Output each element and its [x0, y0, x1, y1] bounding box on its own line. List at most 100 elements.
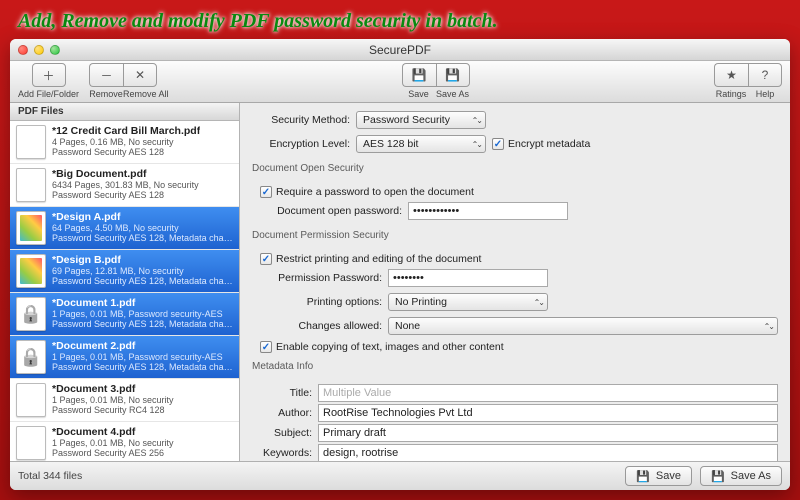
- file-name: *Design B.pdf: [52, 254, 233, 266]
- file-name: *Document 4.pdf: [52, 426, 174, 438]
- bottom-save-as-button[interactable]: 💾 Save As: [700, 466, 782, 486]
- file-list-row[interactable]: *Document 2.pdf1 Pages, 0.01 MB, Passwor…: [10, 336, 239, 379]
- titlebar: SecurePDF: [10, 39, 790, 61]
- save-icon: 💾: [636, 470, 650, 483]
- toolbar-save-button[interactable]: 💾: [402, 63, 436, 87]
- file-list-row[interactable]: *Design A.pdf64 Pages, 4.50 MB, No secur…: [10, 207, 239, 250]
- file-subtitle: 64 Pages, 4.50 MB, No security: [52, 223, 233, 233]
- file-security-info: Password Security RC4 128: [52, 405, 174, 415]
- file-thumbnail-icon: [16, 125, 46, 159]
- save-as-icon: 💾: [445, 68, 460, 82]
- toolbar-save-as-button[interactable]: 💾: [436, 63, 470, 87]
- bottom-save-as-label: Save As: [731, 470, 771, 482]
- meta-title-label: Title:: [252, 387, 312, 399]
- security-method-select[interactable]: Password Security: [356, 111, 486, 129]
- file-thumbnail-icon: [16, 426, 46, 460]
- file-security-info: Password Security AES 256: [52, 448, 174, 458]
- encrypt-metadata-label: Encrypt metadata: [508, 138, 590, 150]
- enable-copy-checkbox[interactable]: ✓ Enable copying of text, images and oth…: [260, 341, 778, 353]
- enable-copy-label: Enable copying of text, images and other…: [276, 341, 504, 353]
- meta-subject-label: Subject:: [252, 427, 312, 439]
- printing-options-label: Printing options:: [252, 296, 382, 308]
- file-subtitle: 69 Pages, 12.81 MB, No security: [52, 266, 233, 276]
- toolbar-label: Add File/Folder: [18, 89, 79, 99]
- add-file-folder-button[interactable]: ＋: [32, 63, 66, 87]
- require-open-password-checkbox[interactable]: ✓ Require a password to open the documen…: [260, 186, 778, 198]
- file-name: *Document 3.pdf: [52, 383, 174, 395]
- permission-password-field[interactable]: ••••••••: [388, 269, 548, 287]
- file-thumbnail-icon: [16, 383, 46, 417]
- checkmark-icon: ✓: [260, 341, 272, 353]
- ratings-button[interactable]: ★: [714, 63, 748, 87]
- printing-options-select[interactable]: No Printing: [388, 293, 548, 311]
- x-icon: ✕: [135, 68, 145, 82]
- file-thumbnail-icon: [16, 254, 46, 288]
- restrict-checkbox[interactable]: ✓ Restrict printing and editing of the d…: [260, 253, 778, 265]
- restrict-label: Restrict printing and editing of the doc…: [276, 253, 481, 265]
- bottom-bar: Total 344 files 💾 Save 💾 Save As: [10, 461, 790, 490]
- meta-keywords-field[interactable]: design, rootrise: [318, 444, 778, 461]
- meta-keywords-label: Keywords:: [252, 447, 312, 459]
- file-list-row[interactable]: *Big Document.pdf6434 Pages, 301.83 MB, …: [10, 164, 239, 207]
- bottom-save-label: Save: [656, 470, 681, 482]
- window-title: SecurePDF: [10, 43, 790, 57]
- meta-subject-field[interactable]: Primary draft: [318, 424, 778, 442]
- toolbar-label: Save: [402, 89, 436, 99]
- file-name: *Document 2.pdf: [52, 340, 233, 352]
- help-button[interactable]: ?: [748, 63, 782, 87]
- bottom-save-button[interactable]: 💾 Save: [625, 466, 692, 486]
- remove-button[interactable]: －: [89, 63, 123, 87]
- file-list-row[interactable]: *12 Credit Card Bill March.pdf4 Pages, 0…: [10, 121, 239, 164]
- star-icon: ★: [726, 68, 737, 82]
- save-as-icon: 💾: [711, 470, 725, 483]
- file-subtitle: 1 Pages, 0.01 MB, No security: [52, 438, 174, 448]
- close-window-button[interactable]: [18, 45, 28, 55]
- file-list-sidebar: PDF Files *12 Credit Card Bill March.pdf…: [10, 103, 240, 461]
- security-method-label: Security Method:: [252, 114, 350, 126]
- toolbar-label: Ratings: [714, 89, 748, 99]
- plus-icon: ＋: [43, 67, 55, 84]
- doc-open-password-field[interactable]: ••••••••••••: [408, 202, 568, 220]
- meta-author-field[interactable]: RootRise Technologies Pvt Ltd: [318, 404, 778, 422]
- file-list-row[interactable]: *Document 1.pdf1 Pages, 0.01 MB, Passwor…: [10, 293, 239, 336]
- toolbar-label: Remove: [89, 89, 123, 99]
- help-icon: ?: [762, 68, 769, 82]
- encryption-level-select[interactable]: AES 128 bit: [356, 135, 486, 153]
- file-security-info: Password Security AES 128, Metadata chan…: [52, 276, 233, 286]
- toolbar-label: Remove All: [123, 89, 157, 99]
- changes-allowed-select[interactable]: None: [388, 317, 778, 335]
- zoom-window-button[interactable]: [50, 45, 60, 55]
- doc-open-group-title: Document Open Security: [252, 163, 778, 174]
- file-name: *Document 1.pdf: [52, 297, 233, 309]
- encrypt-metadata-checkbox[interactable]: ✓ Encrypt metadata: [492, 138, 590, 150]
- metadata-group-title: Metadata Info: [252, 361, 778, 372]
- status-text: Total 344 files: [18, 470, 82, 482]
- file-list-row[interactable]: *Design B.pdf69 Pages, 12.81 MB, No secu…: [10, 250, 239, 293]
- minimize-window-button[interactable]: [34, 45, 44, 55]
- permission-group-title: Document Permission Security: [252, 230, 778, 241]
- checkmark-icon: ✓: [260, 253, 272, 265]
- encryption-level-label: Encryption Level:: [252, 138, 350, 150]
- file-subtitle: 1 Pages, 0.01 MB, Password security-AES: [52, 309, 233, 319]
- file-subtitle: 4 Pages, 0.16 MB, No security: [52, 137, 200, 147]
- sidebar-header: PDF Files: [10, 103, 239, 121]
- file-subtitle: 1 Pages, 0.01 MB, No security: [52, 395, 174, 405]
- file-thumbnail-icon: [16, 168, 46, 202]
- file-list[interactable]: *12 Credit Card Bill March.pdf4 Pages, 0…: [10, 121, 239, 461]
- file-list-row[interactable]: *Document 3.pdf1 Pages, 0.01 MB, No secu…: [10, 379, 239, 422]
- checkmark-icon: ✓: [260, 186, 272, 198]
- toolbar-label: Help: [748, 89, 782, 99]
- file-name: *12 Credit Card Bill March.pdf: [52, 125, 200, 137]
- file-security-info: Password Security AES 128: [52, 190, 199, 200]
- file-subtitle: 1 Pages, 0.01 MB, Password security-AES: [52, 352, 233, 362]
- meta-title-field[interactable]: Multiple Value: [318, 384, 778, 402]
- app-window: SecurePDF ＋ Add File/Folder － ✕ Remove R…: [10, 39, 790, 490]
- minus-icon: －: [101, 67, 113, 84]
- file-name: *Big Document.pdf: [52, 168, 199, 180]
- promo-tagline: Add, Remove and modify PDF password secu…: [18, 10, 784, 33]
- file-list-row[interactable]: *Document 4.pdf1 Pages, 0.01 MB, No secu…: [10, 422, 239, 461]
- file-security-info: Password Security AES 128, Metadata chan…: [52, 233, 233, 243]
- remove-all-button[interactable]: ✕: [123, 63, 157, 87]
- checkmark-icon: ✓: [492, 138, 504, 150]
- save-icon: 💾: [412, 68, 427, 82]
